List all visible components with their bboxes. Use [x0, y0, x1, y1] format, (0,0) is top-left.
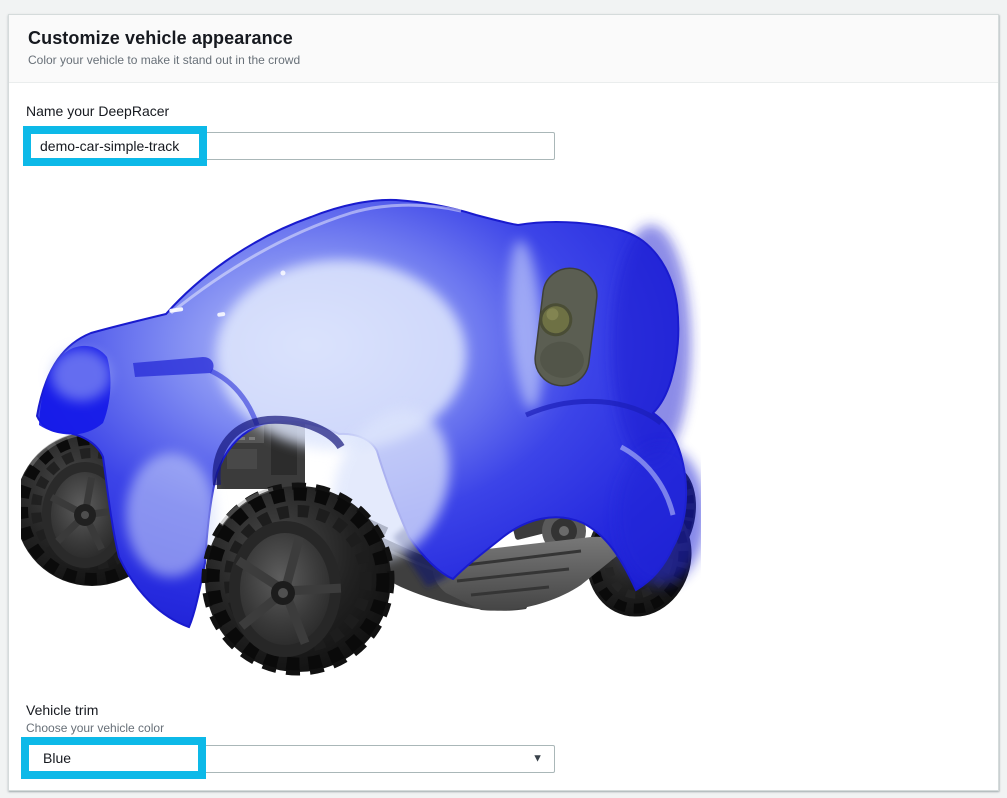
card-header: Customize vehicle appearance Color your … [9, 15, 998, 83]
vehicle-preview-image [21, 185, 701, 685]
dropdown-caret-icon: ▼ [532, 754, 543, 765]
page-subtitle: Color your vehicle to make it stand out … [28, 53, 979, 67]
page-title: Customize vehicle appearance [28, 28, 979, 49]
trim-field-label: Vehicle trim [26, 702, 98, 718]
trim-annotation-value: Blue [29, 750, 71, 766]
name-annotation-value: demo-car-simple-track [31, 138, 179, 154]
name-field-label: Name your DeepRacer [26, 103, 169, 119]
vehicle-preview [21, 185, 701, 685]
front-left-wheel [205, 486, 391, 672]
page: { "panel": { "title": "Customize vehicle… [0, 0, 1007, 798]
trim-field-description: Choose your vehicle color [26, 721, 164, 735]
trim-annotation-highlight: Blue [21, 737, 206, 779]
name-annotation-highlight: demo-car-simple-track [23, 126, 207, 166]
customize-appearance-card: Customize vehicle appearance Color your … [8, 14, 999, 791]
